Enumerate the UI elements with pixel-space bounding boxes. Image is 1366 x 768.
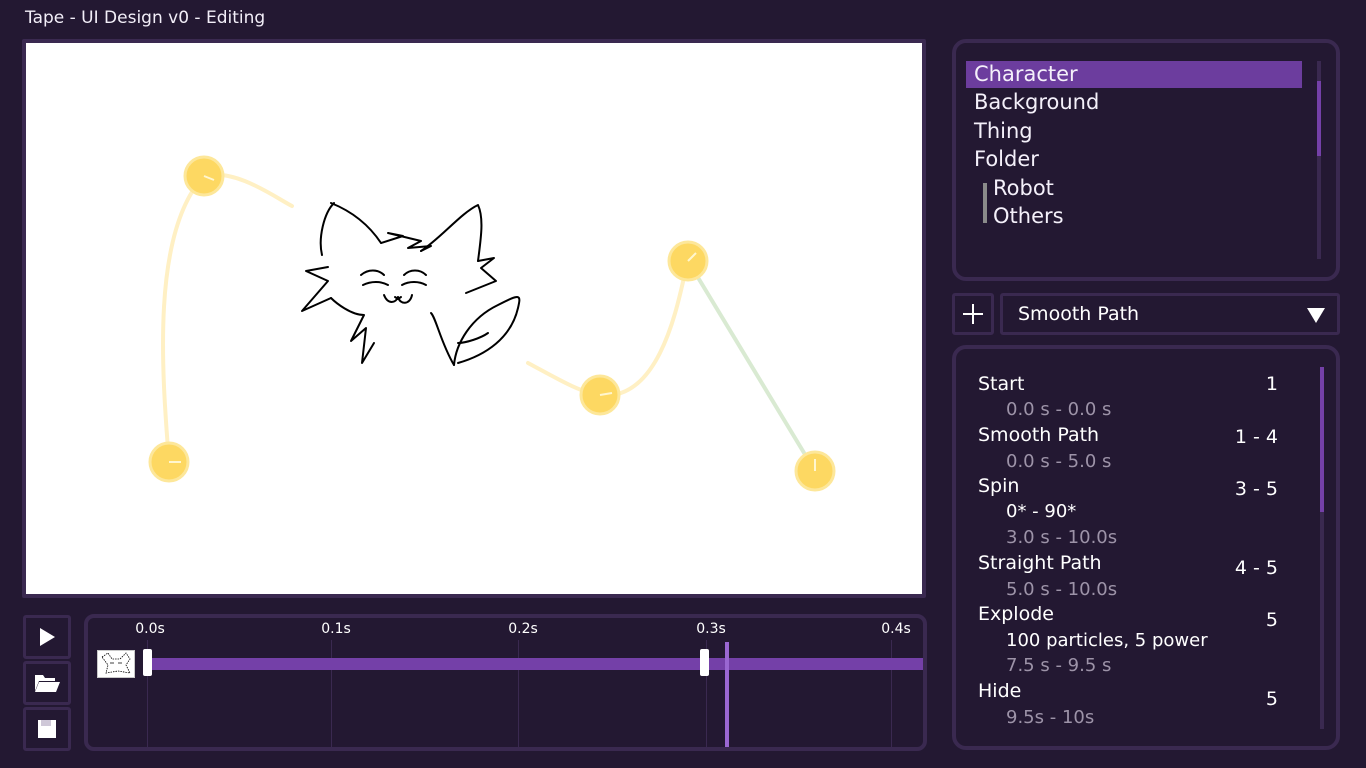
animation-time: 7.5 s - 9.5 s <box>1006 655 1112 676</box>
animation-time: 0.0 s - 0.0 s <box>1006 399 1112 420</box>
object-item-folder[interactable]: Folder <box>966 146 1302 173</box>
animation-type-dropdown[interactable]: Smooth Path <box>1000 293 1340 335</box>
animation-detail: 100 particles, 5 power <box>1006 630 1208 651</box>
chevron-down-icon <box>1307 308 1325 323</box>
animations-panel: Start 1 0.0 s - 0.0 s Smooth Path 1 - 4 … <box>952 345 1340 750</box>
play-icon <box>40 628 55 646</box>
object-item-others[interactable]: Others <box>966 203 1302 230</box>
playhead[interactable] <box>725 642 729 747</box>
smooth-path-curve-2 <box>526 259 690 398</box>
tick-label: 0.2s <box>508 621 538 637</box>
animation-name[interactable]: Smooth Path <box>978 424 1099 446</box>
animation-range: 4 - 5 <box>1234 557 1278 579</box>
dropdown-value: Smooth Path <box>1018 303 1140 325</box>
canvas-frame <box>22 39 926 598</box>
track-end-handle[interactable] <box>700 649 709 676</box>
add-animation-button[interactable] <box>952 293 994 335</box>
object-item-robot[interactable]: Robot <box>966 175 1302 202</box>
play-button[interactable] <box>23 615 71 659</box>
path-node[interactable] <box>579 374 621 416</box>
animation-range: 1 <box>1265 373 1278 395</box>
animation-range: 5 <box>1265 609 1278 631</box>
window-title: Tape - UI Design v0 - Editing <box>25 8 266 28</box>
timeline[interactable]: 0.0s 0.1s 0.2s 0.3s 0.4s <box>84 614 927 751</box>
save-button[interactable] <box>23 707 71 751</box>
animation-name[interactable]: Hide <box>978 680 1021 702</box>
object-item-thing[interactable]: Thing <box>966 118 1302 145</box>
drawing-canvas[interactable] <box>26 43 922 594</box>
folder-icon <box>35 675 60 692</box>
animation-time: 3.0 s - 10.0s <box>1006 527 1118 548</box>
track-bar[interactable] <box>150 658 923 670</box>
animation-range: 5 <box>1265 688 1278 710</box>
tick-line <box>518 640 519 747</box>
character-thumbnail <box>97 650 135 678</box>
tick-label: 0.4s <box>881 621 911 637</box>
save-icon <box>38 720 56 738</box>
open-button[interactable] <box>23 661 71 705</box>
animations-scroll-thumb[interactable] <box>1320 367 1324 512</box>
tick-label: 0.3s <box>696 621 726 637</box>
animation-name[interactable]: Explode <box>978 603 1054 625</box>
plus-icon <box>963 304 983 324</box>
animation-name[interactable]: Straight Path <box>978 552 1102 574</box>
cat-character-sketch <box>301 202 521 366</box>
animation-name[interactable]: Spin <box>978 475 1019 497</box>
path-node[interactable] <box>794 450 836 492</box>
animation-name[interactable]: Start <box>978 373 1024 395</box>
tick-label: 0.1s <box>321 621 351 637</box>
animation-detail: 0* - 90* <box>1006 501 1077 522</box>
object-item-character[interactable]: Character <box>966 61 1302 88</box>
track-start-handle[interactable] <box>143 649 152 676</box>
path-node[interactable] <box>183 155 225 197</box>
animation-time: 0.0 s - 5.0 s <box>1006 451 1112 472</box>
smooth-path-curve <box>161 172 294 464</box>
objects-scrollbar[interactable] <box>1317 61 1321 259</box>
tick-line <box>331 640 332 747</box>
tick-label: 0.0s <box>135 621 165 637</box>
path-node[interactable] <box>148 441 190 483</box>
animation-range: 3 - 5 <box>1234 478 1278 500</box>
object-item-background[interactable]: Background <box>966 89 1302 116</box>
straight-path-line <box>686 259 817 473</box>
animations-scrollbar[interactable] <box>1320 367 1324 729</box>
tick-line <box>891 640 892 747</box>
objects-scroll-thumb[interactable] <box>1317 81 1321 156</box>
canvas-drawing[interactable] <box>26 43 922 594</box>
animation-range: 1 - 4 <box>1234 426 1278 448</box>
animation-time: 9.5s - 10s <box>1006 707 1095 728</box>
objects-panel: Character Background Thing Folder Robot … <box>952 39 1340 281</box>
animation-time: 5.0 s - 10.0s <box>1006 579 1118 600</box>
path-node[interactable] <box>667 240 709 282</box>
